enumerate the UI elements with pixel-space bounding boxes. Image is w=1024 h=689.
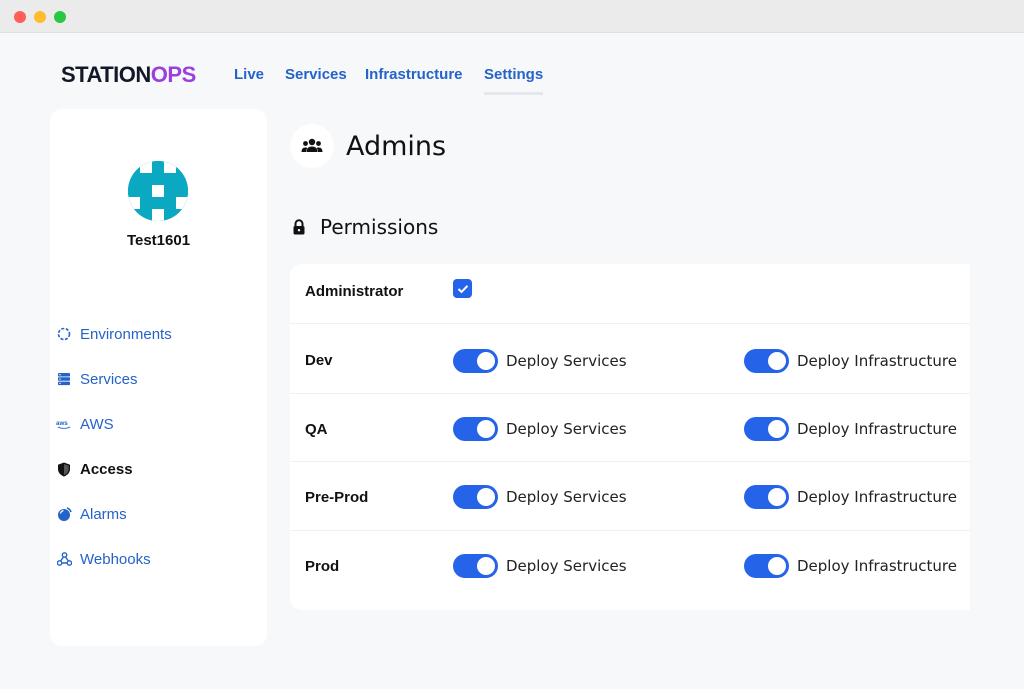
administrator-checkbox[interactable] — [453, 279, 472, 298]
webhooks-icon — [56, 551, 72, 567]
table-row: Administrator — [290, 264, 970, 324]
page-title: Admins — [346, 131, 447, 162]
table-row: Dev Deploy Services Deploy Infrastructur… — [290, 324, 970, 394]
environment-name: QA — [305, 421, 328, 438]
permissions-table: Administrator Dev Deploy Services Deploy… — [290, 264, 970, 610]
users-icon — [290, 124, 334, 168]
deploy-infrastructure-label: Deploy Infrastructure — [797, 352, 957, 370]
window-titlebar — [0, 0, 1024, 33]
settings-sidebar: Test1601 Environments Services aws AWS A… — [50, 109, 267, 646]
sidebar-item-label: Environments — [80, 325, 172, 343]
table-row: QA Deploy Services Deploy Infrastructure — [290, 394, 970, 462]
deploy-infrastructure-toggle[interactable] — [744, 485, 789, 509]
sidebar-item-label: Access — [80, 460, 133, 478]
sidebar-item-label: Webhooks — [80, 550, 151, 568]
deploy-services-label: Deploy Services — [506, 420, 627, 438]
permissions-title: Permissions — [320, 215, 439, 239]
maximize-window-button[interactable] — [54, 11, 66, 23]
deploy-infrastructure-toggle[interactable] — [744, 554, 789, 578]
deploy-services-toggle[interactable] — [453, 554, 498, 578]
environment-name: Dev — [305, 352, 333, 369]
sidebar-item-services[interactable]: Services — [56, 368, 138, 390]
shield-icon — [56, 461, 72, 477]
deploy-services-toggle[interactable] — [453, 349, 498, 373]
deploy-services-label: Deploy Services — [506, 352, 627, 370]
app-window: STATIONOPS Live Services Infrastructure … — [0, 0, 1024, 689]
brand-logo-part2: OPS — [150, 62, 196, 87]
deploy-services-label: Deploy Services — [506, 488, 627, 506]
deploy-infrastructure-label: Deploy Infrastructure — [797, 420, 957, 438]
environments-icon — [56, 326, 72, 342]
alarm-icon — [56, 506, 72, 522]
deploy-infrastructure-toggle[interactable] — [744, 349, 789, 373]
close-window-button[interactable] — [14, 11, 26, 23]
nav-live[interactable]: Live — [234, 66, 264, 83]
deploy-services-label: Deploy Services — [506, 557, 627, 575]
nav-settings[interactable]: Settings — [484, 66, 544, 95]
deploy-services-toggle[interactable] — [453, 485, 498, 509]
permissions-heading: Permissions — [292, 215, 438, 239]
table-row: Pre-Prod Deploy Services Deploy Infrastr… — [290, 462, 970, 531]
svg-text:aws: aws — [56, 420, 68, 427]
table-row: Prod Deploy Services Deploy Infrastructu… — [290, 531, 970, 610]
brand-logo-part1: STATION — [61, 62, 151, 87]
environment-name: Pre-Prod — [305, 489, 369, 506]
aws-icon: aws — [56, 416, 72, 432]
sidebar-item-access[interactable]: Access — [56, 458, 133, 480]
deploy-services-toggle[interactable] — [453, 417, 498, 441]
sidebar-item-label: AWS — [80, 415, 114, 433]
avatar — [128, 161, 188, 221]
sidebar-item-webhooks[interactable]: Webhooks — [56, 548, 151, 570]
username: Test1601 — [126, 232, 191, 249]
minimize-window-button[interactable] — [34, 11, 46, 23]
sidebar-item-label: Alarms — [80, 505, 127, 523]
sidebar-item-environments[interactable]: Environments — [56, 323, 172, 345]
sidebar-item-label: Services — [80, 370, 138, 388]
brand-logo[interactable]: STATIONOPS — [61, 62, 196, 88]
server-icon — [56, 371, 72, 387]
administrator-label: Administrator — [305, 283, 404, 300]
deploy-infrastructure-toggle[interactable] — [744, 417, 789, 441]
checkmark-icon — [457, 284, 468, 293]
nav-infrastructure[interactable]: Infrastructure — [365, 66, 463, 83]
sidebar-item-alarms[interactable]: Alarms — [56, 503, 127, 525]
sidebar-item-aws[interactable]: aws AWS — [56, 413, 114, 435]
lock-icon — [292, 219, 310, 235]
deploy-infrastructure-label: Deploy Infrastructure — [797, 557, 957, 575]
deploy-infrastructure-label: Deploy Infrastructure — [797, 488, 957, 506]
avatar-identicon — [128, 161, 188, 221]
environment-name: Prod — [305, 558, 340, 575]
nav-services[interactable]: Services — [285, 66, 347, 83]
